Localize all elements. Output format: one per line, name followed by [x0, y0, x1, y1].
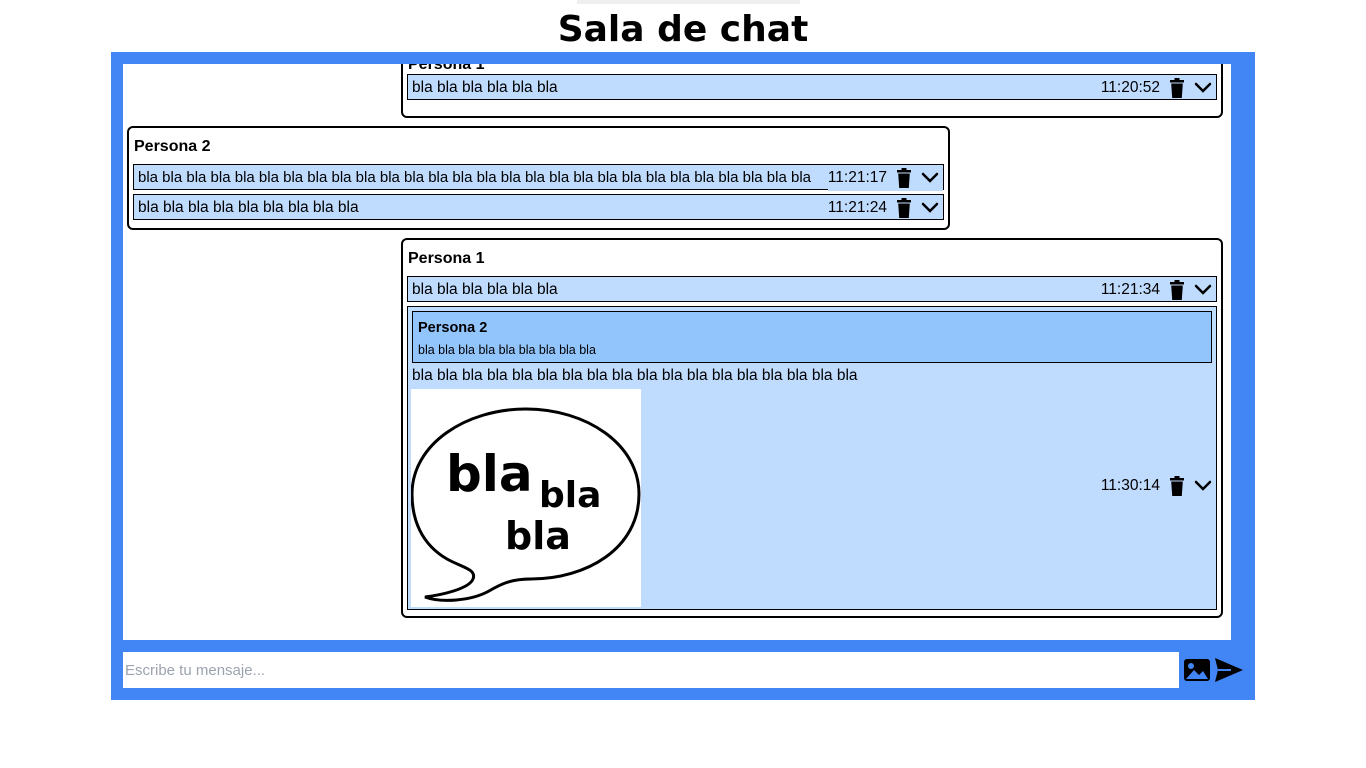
trash-icon[interactable] [893, 196, 915, 220]
trash-icon[interactable] [1166, 474, 1188, 498]
message-text: bla bla bla bla bla bla [412, 281, 558, 298]
attached-image[interactable]: bla bla bla [410, 389, 641, 607]
chevron-down-icon[interactable] [1192, 474, 1214, 498]
chat-message-reply[interactable]: Persona 2 bla bla bla bla bla bla bla bl… [407, 306, 1217, 610]
chat-message[interactable]: bla bla bla bla bla bla bla bla bla bla … [133, 164, 944, 191]
image-word: bla [446, 445, 533, 503]
sender-name: Persona 1 [408, 250, 485, 267]
message-text: bla bla bla bla bla bla [412, 79, 558, 96]
message-input[interactable] [123, 652, 1179, 688]
page-title: Sala de chat [557, 9, 809, 50]
sender-name: Persona 1 [408, 64, 485, 73]
message-time: 11:21:24 [827, 199, 887, 216]
chat-message[interactable]: bla bla bla bla bla bla bla bla bla 11:2… [133, 194, 944, 220]
message-text: bla bla bla bla bla bla bla bla bla bla … [412, 367, 858, 384]
title-tab [577, 0, 800, 4]
composer [123, 652, 1179, 688]
quoted-message[interactable]: Persona 2 bla bla bla bla bla bla bla bl… [412, 311, 1212, 363]
chat-frame: Persona 1 bla bla bla bla bla bla 11:20:… [111, 52, 1255, 700]
chat-messages-area[interactable]: Persona 1 bla bla bla bla bla bla 11:20:… [123, 64, 1231, 640]
sender-name: Persona 2 [134, 138, 211, 155]
chevron-down-icon[interactable] [919, 166, 941, 190]
image-word: bla [539, 475, 601, 516]
chevron-down-icon[interactable] [1192, 76, 1214, 100]
message-time: 11:21:17 [827, 169, 887, 186]
image-word: bla [505, 514, 571, 558]
message-text: bla bla bla bla bla bla bla bla bla bla … [138, 169, 812, 186]
quoted-sender: Persona 2 [418, 320, 488, 336]
message-group: Persona 2 bla bla bla bla bla bla bla bl… [127, 126, 950, 230]
chevron-down-icon[interactable] [1192, 278, 1214, 302]
chevron-down-icon[interactable] [919, 196, 941, 220]
trash-icon[interactable] [893, 166, 915, 190]
send-icon[interactable] [1213, 656, 1245, 684]
message-time: 11:21:34 [1100, 281, 1160, 298]
trash-icon[interactable] [1166, 278, 1188, 302]
chat-message[interactable]: bla bla bla bla bla bla 11:21:34 [407, 276, 1217, 302]
message-time: 11:30:14 [1100, 477, 1160, 494]
chat-message[interactable]: bla bla bla bla bla bla 11:20:52 [407, 74, 1217, 100]
message-group: Persona 1 bla bla bla bla bla bla 11:21:… [401, 238, 1223, 618]
message-text: bla bla bla bla bla bla bla bla bla [138, 199, 359, 216]
quoted-text: bla bla bla bla bla bla bla bla bla [418, 343, 596, 357]
message-group: Persona 1 bla bla bla bla bla bla 11:20:… [401, 64, 1223, 118]
trash-icon[interactable] [1166, 76, 1188, 100]
image-icon[interactable] [1183, 656, 1211, 684]
message-time: 11:20:52 [1100, 79, 1160, 96]
